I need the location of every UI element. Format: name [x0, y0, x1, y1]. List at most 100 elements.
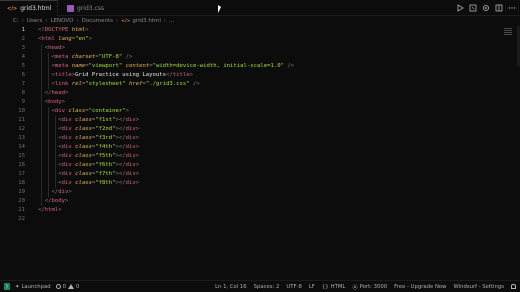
code-line[interactable]: 8 </head>	[0, 89, 500, 98]
code-token: div	[61, 162, 72, 168]
code-token: title	[54, 72, 72, 78]
upgrade-link[interactable]: Free - Upgrade Now	[394, 284, 446, 290]
code-line[interactable]: 10 <div class="container">	[0, 107, 500, 116]
code-token: >	[135, 180, 140, 186]
code-line[interactable]: 2 <html lang="en">	[0, 35, 500, 44]
code-line[interactable]: 13 <div class="f3rd"></div>	[0, 134, 500, 143]
code-token: >	[135, 117, 140, 123]
line-number: 13	[18, 135, 25, 141]
encoding[interactable]: UTF-8	[286, 284, 301, 290]
code-token: />	[193, 81, 200, 87]
code-line[interactable]: 15 <div class="f5th"></div>	[0, 152, 500, 161]
code-token: div	[125, 144, 136, 150]
code-line[interactable]: 5 <meta name="viewport" content="width=d…	[0, 62, 500, 71]
run-icon[interactable]	[455, 3, 464, 12]
code-text: <div class="f3rd"></div>	[38, 134, 139, 143]
language-mode[interactable]: {} HTML	[322, 284, 346, 290]
code-token: "viewport"	[88, 63, 123, 69]
code-line[interactable]: 1 <!DOCTYPE html>	[0, 26, 500, 35]
chevron-right-icon: ›	[115, 18, 119, 24]
code-line[interactable]: 7 <link rel="stylesheet" href="./grid3.c…	[0, 80, 500, 89]
code-token: "stylesheet"	[85, 81, 126, 87]
code-token: "f8th"	[95, 180, 116, 186]
code-token: ></	[115, 117, 126, 123]
code-line[interactable]: 22	[0, 215, 500, 224]
code-token: html	[44, 207, 59, 213]
code-token: </	[44, 198, 52, 204]
code-token: >	[189, 72, 193, 78]
cursor-position[interactable]: Ln 1, Col 16	[215, 284, 247, 290]
code-token: head	[51, 90, 65, 96]
code-text: <div class="f8th"></div>	[38, 179, 139, 188]
breadcrumb-file[interactable]: grid3.html	[132, 18, 161, 24]
minimap[interactable]	[504, 28, 512, 38]
code-line[interactable]: 14 <div class="f4th"></div>	[0, 143, 500, 152]
bell-icon[interactable]	[511, 284, 516, 289]
code-text: <div class="f4th"></div>	[38, 143, 139, 152]
code-line[interactable]: 11 <div class="f1st"></div>	[0, 116, 500, 125]
code-text: <!DOCTYPE html>	[38, 26, 89, 35]
code-token: div	[61, 180, 72, 186]
end-of-line[interactable]: LF	[309, 284, 315, 290]
breadcrumb-drive[interactable]: C:	[13, 18, 19, 24]
gear-icon[interactable]	[481, 3, 490, 12]
code-token: ></	[115, 144, 126, 150]
launchpad-button[interactable]: ✦ Launchpad	[15, 284, 51, 290]
code-line[interactable]: 3 <head>	[0, 44, 500, 53]
code-line[interactable]: 18 <div class="f8th"></div>	[0, 179, 500, 188]
code-line[interactable]: 12 <div class="f2nd"></div>	[0, 125, 500, 134]
windsurf-settings[interactable]: Windsurf - Settings	[454, 284, 504, 290]
code-line[interactable]: 19 </div>	[0, 188, 500, 197]
problems-button[interactable]: 0 0	[55, 284, 79, 290]
breadcrumb-users[interactable]: Users	[27, 18, 42, 24]
remote-icon[interactable]: ⟩	[4, 283, 10, 290]
code-token: div	[125, 126, 136, 132]
code-line[interactable]: 17 <div class="f7th"></div>	[0, 170, 500, 179]
tab-grid3-css[interactable]: grid3.css	[59, 0, 107, 16]
code-token: class	[75, 171, 92, 177]
code-token: "f5th"	[95, 153, 116, 159]
breadcrumb-lenovo[interactable]: LENOVO	[51, 18, 74, 24]
chevron-right-icon: ›	[45, 18, 48, 24]
code-token: >	[135, 171, 140, 177]
code-line[interactable]: 20 </body>	[0, 197, 500, 206]
code-token: >	[125, 108, 129, 114]
code-token: div	[61, 135, 72, 141]
breadcrumb-documents[interactable]: Documents	[82, 18, 113, 24]
tab-label: grid3.html	[20, 5, 52, 12]
code-token: ></	[115, 171, 126, 177]
code-line[interactable]: 4 <meta charset="UTF-8" />	[0, 53, 500, 62]
code-line[interactable]: 21 </html>	[0, 206, 500, 215]
line-number: 16	[18, 162, 25, 168]
code-token: div	[58, 189, 69, 195]
code-token: "f7th"	[95, 171, 116, 177]
code-token: >	[61, 99, 65, 105]
preview-icon[interactable]	[468, 3, 477, 12]
code-line[interactable]: 9 <body>	[0, 98, 500, 107]
mouse-pointer-icon	[218, 5, 221, 13]
code-token: head	[48, 45, 62, 51]
braces-icon: {}	[321, 283, 329, 290]
code-text: <div class="f1st"></div>	[38, 116, 139, 125]
code-text: <div class="f2nd"></div>	[38, 125, 139, 134]
html-file-icon: </>	[121, 18, 131, 24]
tab-grid3-html[interactable]: </> grid3.html	[0, 0, 58, 16]
indentation[interactable]: Spaces: 2	[254, 284, 280, 290]
code-line[interactable]: 16 <div class="f6th"></div>	[0, 161, 500, 170]
live-server-port[interactable]: ⦿ Port: 3000	[352, 283, 387, 291]
code-text: <head>	[38, 44, 65, 53]
code-token: div	[61, 117, 72, 123]
more-actions-icon[interactable]	[507, 3, 516, 12]
code-token: div	[54, 108, 65, 114]
breadcrumb-symbol[interactable]: ...	[169, 18, 174, 24]
code-token: ></	[115, 162, 126, 168]
code-token: href	[129, 81, 143, 87]
code-line[interactable]: 6 <title>Grid Practice using Layouts</ti…	[0, 71, 500, 80]
code-editor[interactable]: 1 <!DOCTYPE html> 2 <html lang="en"> 3 <head…	[0, 26, 520, 280]
split-editor-icon[interactable]	[494, 3, 503, 12]
